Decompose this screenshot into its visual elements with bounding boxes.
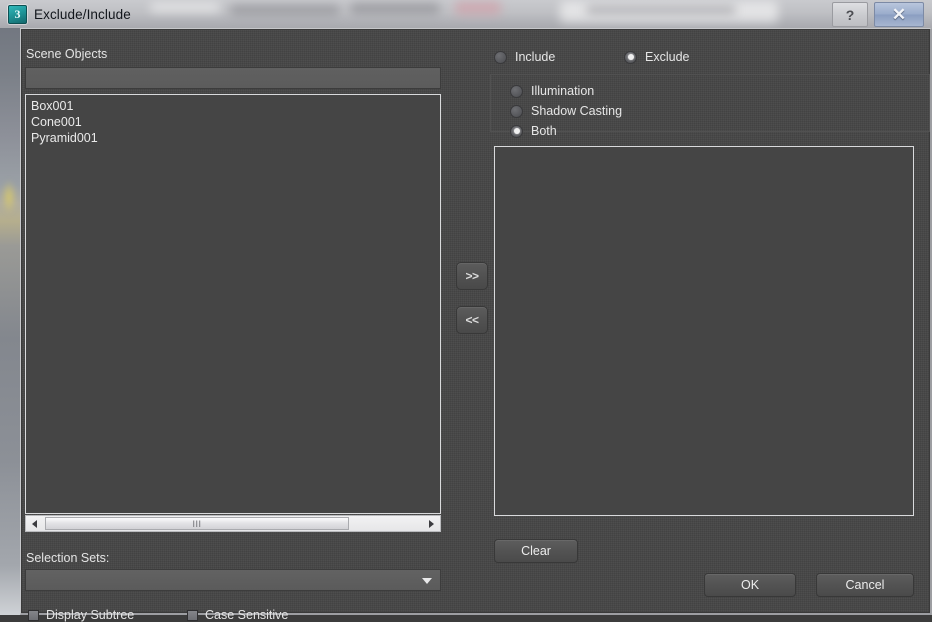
window-titlebar[interactable]: 3 Exclude/Include ? ✕ [0, 0, 932, 28]
chevron-down-icon[interactable] [422, 578, 432, 584]
shadow-casting-label: Shadow Casting [531, 104, 623, 118]
display-subtree-label: Display Subtree [46, 608, 135, 622]
exclude-radio-row[interactable]: Exclude [624, 50, 689, 64]
exclude-radio[interactable] [624, 50, 637, 64]
display-subtree-checkbox-row[interactable]: Display Subtree [28, 608, 134, 622]
exclude-label: Exclude [645, 50, 690, 64]
include-radio[interactable] [494, 50, 507, 64]
selection-sets-dropdown[interactable] [25, 569, 441, 591]
both-radio[interactable] [510, 124, 523, 138]
shadow-casting-radio[interactable] [510, 104, 523, 118]
scroll-right-arrow-icon[interactable] [423, 516, 440, 531]
illumination-label: Illumination [531, 84, 595, 98]
both-label: Both [531, 124, 557, 138]
shadow-casting-radio-row[interactable]: Shadow Casting [510, 104, 622, 118]
list-item[interactable]: Cone001 [30, 114, 436, 130]
scroll-left-arrow-icon[interactable] [26, 516, 43, 531]
excluded-objects-list[interactable] [494, 146, 914, 516]
selection-sets-label: Selection Sets: [26, 551, 110, 565]
ok-button[interactable]: OK [704, 573, 796, 597]
window-title: Exclude/Include [34, 6, 131, 22]
include-radio-row[interactable]: Include [494, 50, 555, 64]
both-radio-row[interactable]: Both [510, 124, 557, 138]
close-button[interactable]: ✕ [874, 2, 924, 27]
add-to-list-button[interactable]: >> [456, 262, 488, 290]
include-label: Include [515, 50, 556, 64]
scrollbar-grip-icon: III [192, 518, 202, 529]
scene-objects-filter-input[interactable] [25, 67, 441, 89]
remove-from-list-button[interactable]: << [456, 306, 488, 334]
scrollbar-track[interactable]: III [43, 516, 423, 531]
case-sensitive-label: Case Sensitive [205, 608, 289, 622]
clear-button[interactable]: Clear [494, 539, 578, 563]
cancel-button[interactable]: Cancel [816, 573, 914, 597]
desktop-left-strip [0, 0, 20, 615]
scene-objects-label: Scene Objects [26, 47, 108, 61]
case-sensitive-checkbox[interactable] [187, 609, 198, 621]
dialog-inner-frame: Scene Objects Box001 Cone001 Pyramid001 … [21, 29, 930, 622]
scene-objects-list[interactable]: Box001 Cone001 Pyramid001 [25, 94, 441, 514]
backdrop-highlight [2, 180, 16, 214]
scene-objects-horizontal-scrollbar[interactable]: III [25, 515, 441, 532]
3ds-max-icon: 3 [8, 4, 27, 24]
illumination-radio[interactable] [510, 84, 523, 98]
titlebar-left-group: 3 Exclude/Include [8, 0, 131, 28]
illumination-radio-row[interactable]: Illumination [510, 84, 594, 98]
exclude-include-dialog: Scene Objects Box001 Cone001 Pyramid001 … [20, 28, 932, 622]
scrollbar-thumb[interactable]: III [45, 517, 349, 530]
list-item[interactable]: Box001 [30, 98, 436, 114]
display-subtree-checkbox[interactable] [28, 609, 39, 621]
help-button[interactable]: ? [832, 2, 868, 27]
list-item[interactable]: Pyramid001 [30, 130, 436, 146]
case-sensitive-checkbox-row[interactable]: Case Sensitive [187, 608, 288, 622]
